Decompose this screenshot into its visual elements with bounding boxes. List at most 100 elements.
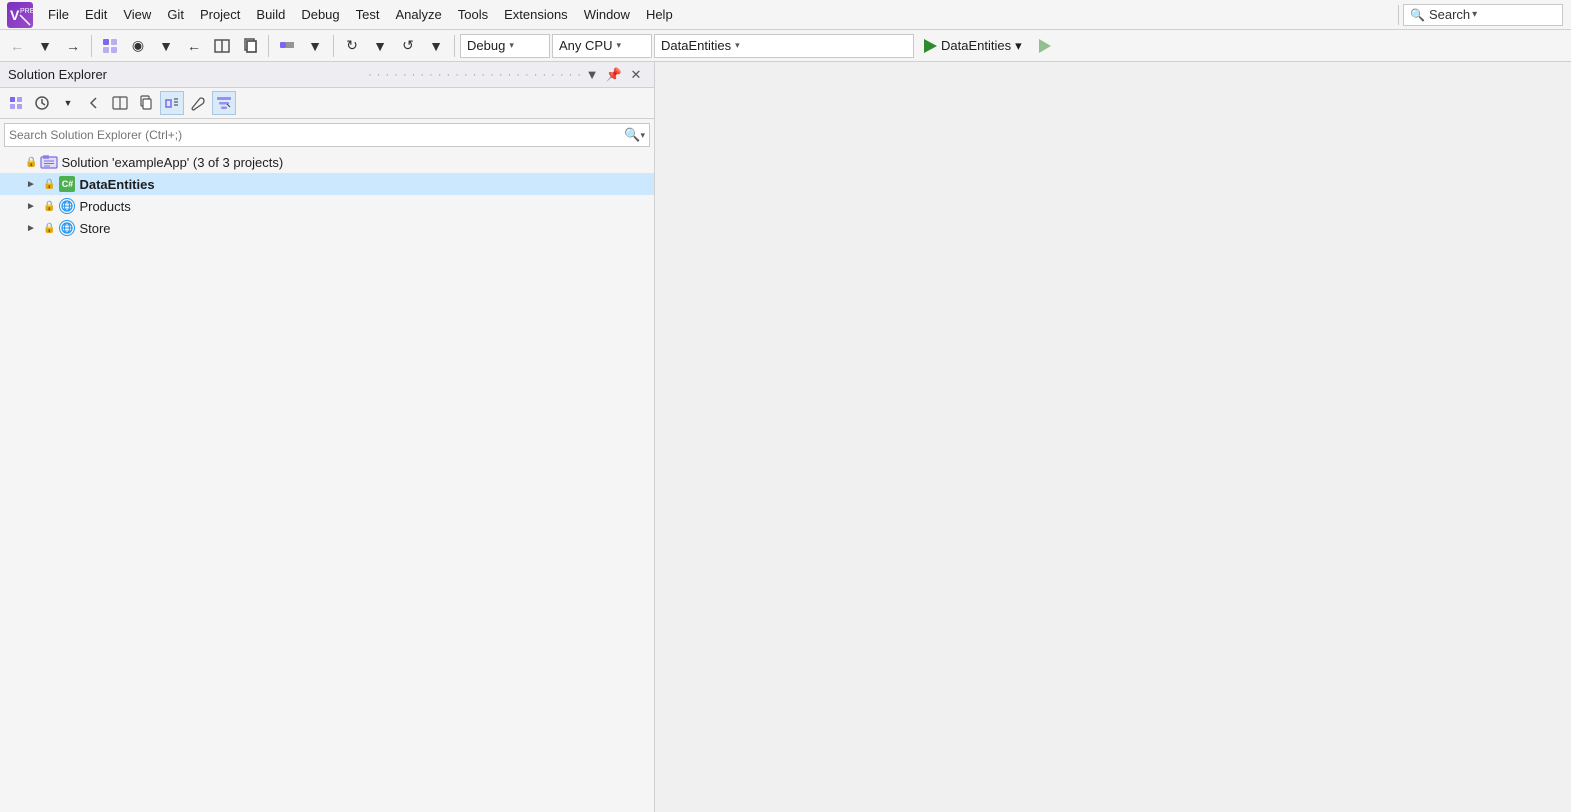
menu-project[interactable]: Project <box>192 0 248 30</box>
se-close-button[interactable]: ✕ <box>626 65 646 85</box>
config-dropdown[interactable]: Debug ▾ <box>460 34 550 58</box>
undo-button[interactable]: ↻ <box>339 33 365 59</box>
se-copy-button[interactable] <box>134 91 158 115</box>
menu-debug[interactable]: Debug <box>293 0 347 30</box>
history-dropdown[interactable]: ▼ <box>153 33 179 59</box>
project-arrow: ▾ <box>735 40 740 51</box>
platform-dropdown[interactable]: Any CPU ▾ <box>552 34 652 58</box>
main-area: Solution Explorer · · · · · · · · · · · … <box>0 62 1571 812</box>
store-label: Store <box>79 221 110 236</box>
toolbar-sep-1 <box>91 35 92 57</box>
history-button[interactable]: ◉ <box>125 33 151 59</box>
tree-project-dataentities[interactable]: ► 🔒 C# DataEntities <box>0 173 654 195</box>
menu-bar: V PRE File Edit View Git Project Build D… <box>0 0 1571 30</box>
undo-dropdown[interactable]: ▼ <box>367 33 393 59</box>
se-properties-button[interactable] <box>160 91 184 115</box>
se-filter-button[interactable] <box>212 91 236 115</box>
back-button[interactable]: ← <box>4 33 30 59</box>
menu-search-label: Search <box>1429 7 1470 22</box>
menu-edit[interactable]: Edit <box>77 0 115 30</box>
menu-view[interactable]: View <box>115 0 159 30</box>
copy-button[interactable] <box>237 33 263 59</box>
se-collapse-button[interactable]: ▼ <box>582 65 602 85</box>
svg-text:PRE: PRE <box>20 8 33 15</box>
dataentities-arrow: ► <box>26 179 40 190</box>
vs-logo: V PRE <box>4 0 36 30</box>
menu-items: File Edit View Git Project Build Debug T… <box>40 0 1394 30</box>
dataentities-lock-icon: 🔒 <box>43 179 55 190</box>
se-header-buttons: ▼ 📌 ✕ <box>582 65 646 85</box>
menu-analyze[interactable]: Analyze <box>387 0 449 30</box>
se-title: Solution Explorer <box>8 67 362 82</box>
dataentities-label: DataEntities <box>79 177 154 192</box>
svg-text:V: V <box>10 7 20 23</box>
menu-file[interactable]: File <box>40 0 77 30</box>
toolbar-sep-2 <box>268 35 269 57</box>
project-dropdown[interactable]: DataEntities ▾ <box>654 34 914 58</box>
go-back-button[interactable]: ← <box>181 33 207 59</box>
se-split-view-button[interactable] <box>108 91 132 115</box>
se-header-dots: · · · · · · · · · · · · · · · · · · · · … <box>368 69 582 81</box>
toolbar: ← ▼ → ◉ ▼ ← ▼ <box>0 30 1571 62</box>
se-history-dropdown[interactable]: ▼ <box>56 91 80 115</box>
platform-label: Any CPU <box>559 38 612 53</box>
redo-dropdown[interactable]: ▼ <box>423 33 449 59</box>
new-project-button[interactable] <box>97 33 123 59</box>
products-label: Products <box>79 199 130 214</box>
run-label: DataEntities <box>941 38 1011 53</box>
class-view-dropdown[interactable]: ▼ <box>302 33 328 59</box>
tree-project-store[interactable]: ► 🔒 Store <box>0 217 654 239</box>
dataentities-icon: C# <box>58 176 76 192</box>
menu-help[interactable]: Help <box>638 0 681 30</box>
store-lock-icon: 🔒 <box>43 223 55 234</box>
project-label: DataEntities <box>661 38 731 53</box>
toolbar-sep-4 <box>454 35 455 57</box>
se-tree: 🔒 Solution 'exampleApp' (3 of 3 projects… <box>0 151 654 812</box>
split-button[interactable] <box>209 33 235 59</box>
content-area <box>655 62 1571 812</box>
menu-search-box[interactable]: 🔍 Search ▾ <box>1403 4 1563 26</box>
products-lock-icon: 🔒 <box>43 201 55 212</box>
se-search-input[interactable] <box>9 128 622 142</box>
tree-solution-root[interactable]: 🔒 Solution 'exampleApp' (3 of 3 projects… <box>0 151 654 173</box>
config-arrow: ▾ <box>509 40 514 51</box>
platform-arrow: ▾ <box>616 40 621 51</box>
solution-icon <box>40 154 58 170</box>
products-arrow: ► <box>26 201 40 212</box>
menu-tools[interactable]: Tools <box>450 0 496 30</box>
forward-button[interactable]: → <box>60 33 86 59</box>
menu-separator <box>1398 5 1399 25</box>
se-search-bar[interactable]: 🔍 ▾ <box>4 123 650 147</box>
config-label: Debug <box>467 38 505 53</box>
search-dropdown-arrow: ▾ <box>1472 9 1477 20</box>
menu-git[interactable]: Git <box>159 0 192 30</box>
se-back-button[interactable] <box>82 91 106 115</box>
store-arrow: ► <box>26 223 40 234</box>
products-icon <box>58 198 76 214</box>
solution-lock-icon: 🔒 <box>25 157 37 168</box>
class-view-button[interactable] <box>274 33 300 59</box>
menu-build[interactable]: Build <box>248 0 293 30</box>
se-header: Solution Explorer · · · · · · · · · · · … <box>0 62 654 88</box>
toolbar-sep-3 <box>333 35 334 57</box>
menu-extensions[interactable]: Extensions <box>496 0 576 30</box>
se-sync-button[interactable] <box>4 91 28 115</box>
menu-window[interactable]: Window <box>576 0 638 30</box>
play-icon <box>924 39 937 53</box>
tree-project-products[interactable]: ► 🔒 Products <box>0 195 654 217</box>
se-pin-button[interactable]: 📌 <box>604 65 624 85</box>
search-icon: 🔍 <box>1410 8 1425 22</box>
se-search-icon: 🔍 <box>624 127 640 143</box>
se-history-button[interactable] <box>30 91 54 115</box>
back-dropdown[interactable]: ▼ <box>32 33 58 59</box>
solution-explorer: Solution Explorer · · · · · · · · · · · … <box>0 62 655 812</box>
menu-test[interactable]: Test <box>348 0 388 30</box>
store-icon <box>58 220 76 236</box>
run-dropdown: ▾ <box>1015 38 1022 54</box>
run-outline-button[interactable] <box>1032 33 1058 59</box>
se-wrench-button[interactable] <box>186 91 210 115</box>
se-toolbar: ▼ <box>0 88 654 119</box>
redo-button[interactable]: ↺ <box>395 33 421 59</box>
run-button[interactable]: DataEntities ▾ <box>916 36 1030 56</box>
se-search-dropdown[interactable]: ▾ <box>640 130 645 141</box>
